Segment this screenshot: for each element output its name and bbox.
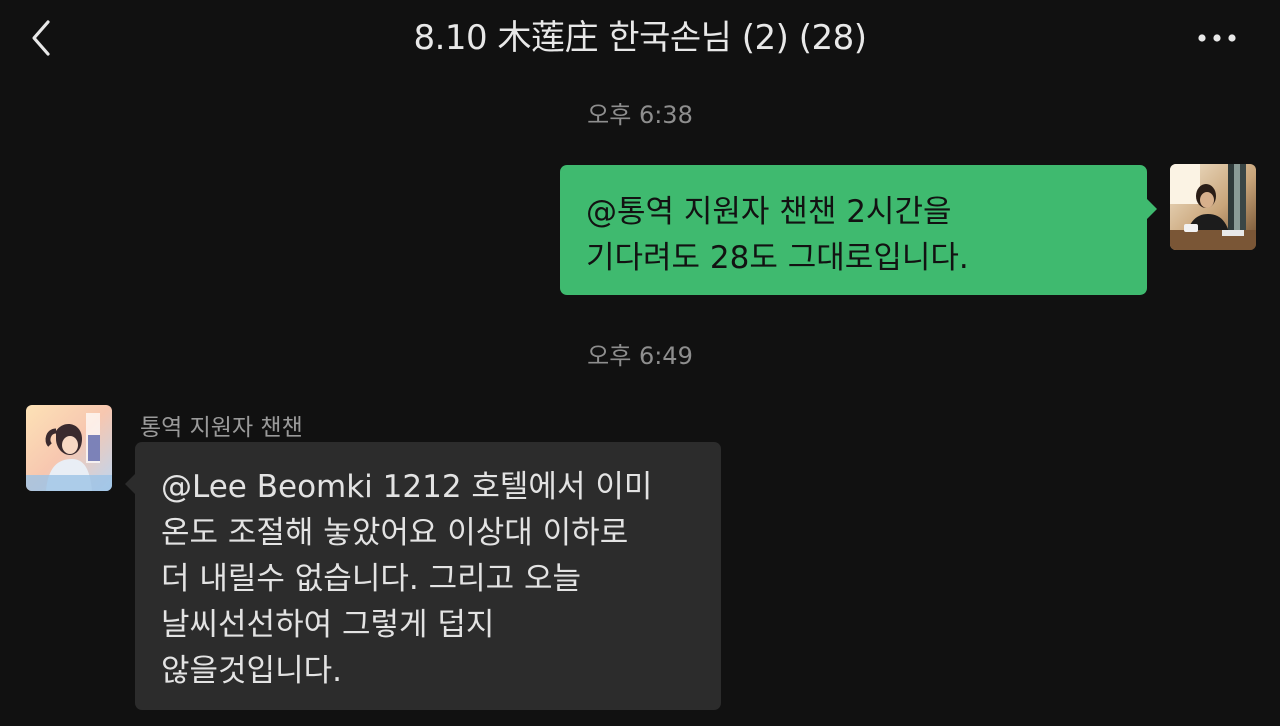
sender-name: 통역 지원자 챈챈 [140,415,303,441]
sender-avatar[interactable] [26,405,112,491]
message-timestamp: 오후 6:38 [587,101,693,129]
avatar[interactable] [1170,164,1256,250]
message-text-line: @통역 지원자 챈챈 2시간을 [586,194,952,230]
more-button[interactable] [1196,26,1240,50]
chat-screen: 8.10 木莲庄 한국손님 (2) (28) 오후 6:38 @통역 지원자 챈… [0,0,1280,726]
chat-header: 8.10 木莲庄 한국손님 (2) (28) [0,0,1280,78]
self-avatar-photo [1170,164,1256,250]
sender-avatar-illustration [26,405,112,491]
outgoing-message-bubble[interactable]: @통역 지원자 챈챈 2시간을 기다려도 28도 그대로입니다. [560,165,1157,295]
more-dots-icon [1198,34,1236,42]
message-timestamp: 오후 6:49 [587,342,693,370]
chat-title: 8.10 木莲庄 한국손님 (2) (28) [413,18,867,58]
incoming-message-bubble[interactable]: @Lee Beomki 1212 호텔에서 이미 온도 조절해 놓았어요 이상대… [125,442,721,710]
message-text-line: 기다려도 28도 그대로입니다. [586,240,969,276]
